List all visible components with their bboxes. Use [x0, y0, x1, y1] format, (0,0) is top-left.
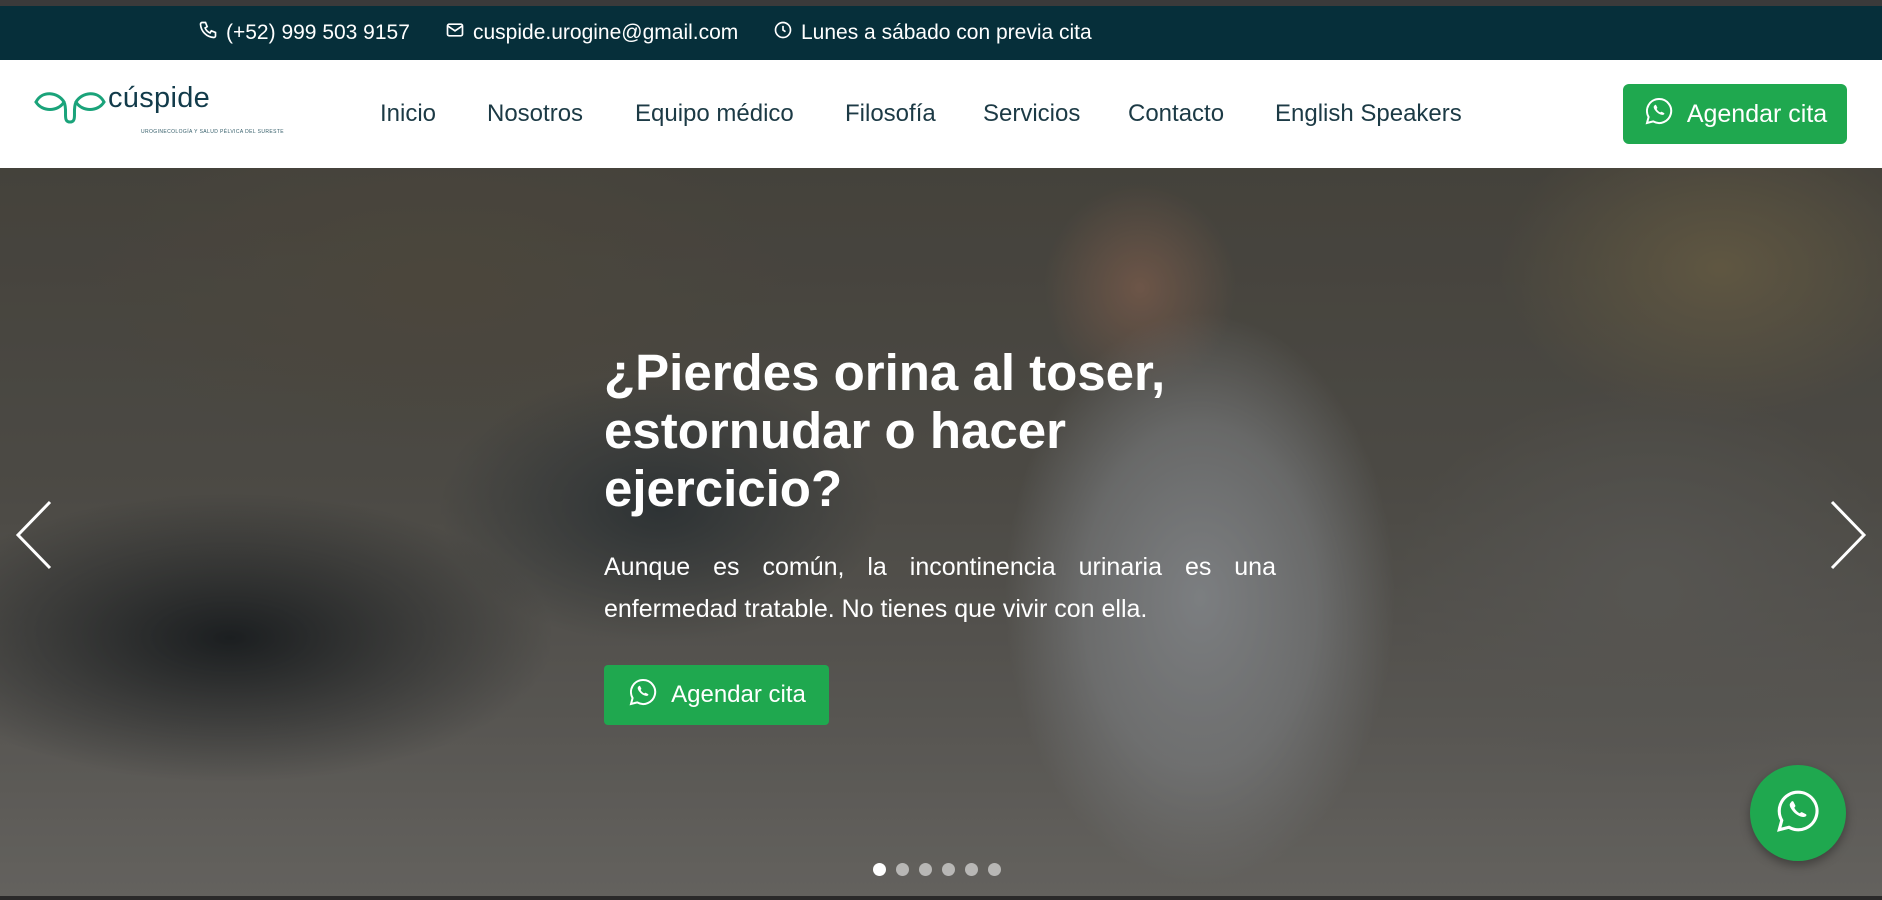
slider-dot-6[interactable] [988, 863, 1001, 876]
main-navbar: cúspide UROGINECOLOGÍA Y SALUD PÉLVICA D… [0, 60, 1882, 168]
nav-link-servicios[interactable]: Servicios [983, 60, 1080, 168]
top-info-bar: (+52) 999 503 9157 cuspide.urogine@gmail… [0, 6, 1882, 60]
slider-dot-2[interactable] [896, 863, 909, 876]
hero-slider: ¿Pierdes orina al toser, estornudar o ha… [0, 168, 1882, 896]
agendar-cita-hero-button[interactable]: Agendar cita [604, 665, 829, 725]
phone-number: (+52) 999 503 9157 [226, 21, 410, 44]
agendar-cita-nav-button[interactable]: Agendar cita [1623, 84, 1847, 144]
phone-icon [198, 20, 218, 46]
slider-dot-1[interactable] [873, 863, 886, 876]
hours-text: Lunes a sábado con previa cita [801, 21, 1092, 44]
hero-background-image [0, 168, 1882, 896]
whatsapp-icon [1773, 786, 1823, 841]
whatsapp-floating-button[interactable] [1750, 765, 1846, 861]
slider-prev-chevron-left-icon[interactable] [12, 498, 56, 572]
slider-dot-4[interactable] [942, 863, 955, 876]
opening-hours: Lunes a sábado con previa cita [773, 6, 1092, 60]
email-contact[interactable]: cuspide.urogine@gmail.com [445, 6, 738, 60]
nav-link-nosotros[interactable]: Nosotros [487, 60, 583, 168]
hero-title: ¿Pierdes orina al toser, estornudar o ha… [604, 344, 1166, 517]
slider-dot-5[interactable] [965, 863, 978, 876]
logo-brand-name: cúspide [108, 82, 211, 114]
nav-link-equipo-medico[interactable]: Equipo médico [635, 60, 794, 168]
logo-mark-icon [34, 92, 106, 124]
clock-icon [773, 20, 793, 46]
slider-dot-3[interactable] [919, 863, 932, 876]
logo-tagline: UROGINECOLOGÍA Y SALUD PÉLVICA DEL SURES… [141, 129, 285, 135]
phone-contact[interactable]: (+52) 999 503 9157 [198, 6, 410, 60]
whatsapp-icon [627, 676, 659, 715]
mail-icon [445, 20, 465, 46]
site-logo[interactable]: cúspide UROGINECOLOGÍA Y SALUD PÉLVICA D… [32, 82, 284, 144]
agendar-cita-nav-label: Agendar cita [1686, 99, 1828, 128]
nav-link-inicio[interactable]: Inicio [380, 60, 436, 168]
hero-subtitle: Aunque es común, la incontinencia urinar… [604, 553, 1276, 623]
nav-link-english-speakers[interactable]: English Speakers [1275, 60, 1462, 168]
slider-pagination [873, 863, 1001, 876]
agendar-cita-hero-label: Agendar cita [671, 681, 806, 708]
whatsapp-icon [1643, 95, 1675, 134]
nav-link-contacto[interactable]: Contacto [1128, 60, 1224, 168]
slider-next-chevron-right-icon[interactable] [1826, 498, 1870, 572]
email-address: cuspide.urogine@gmail.com [473, 21, 739, 44]
nav-link-filosofia[interactable]: Filosofía [845, 60, 936, 168]
